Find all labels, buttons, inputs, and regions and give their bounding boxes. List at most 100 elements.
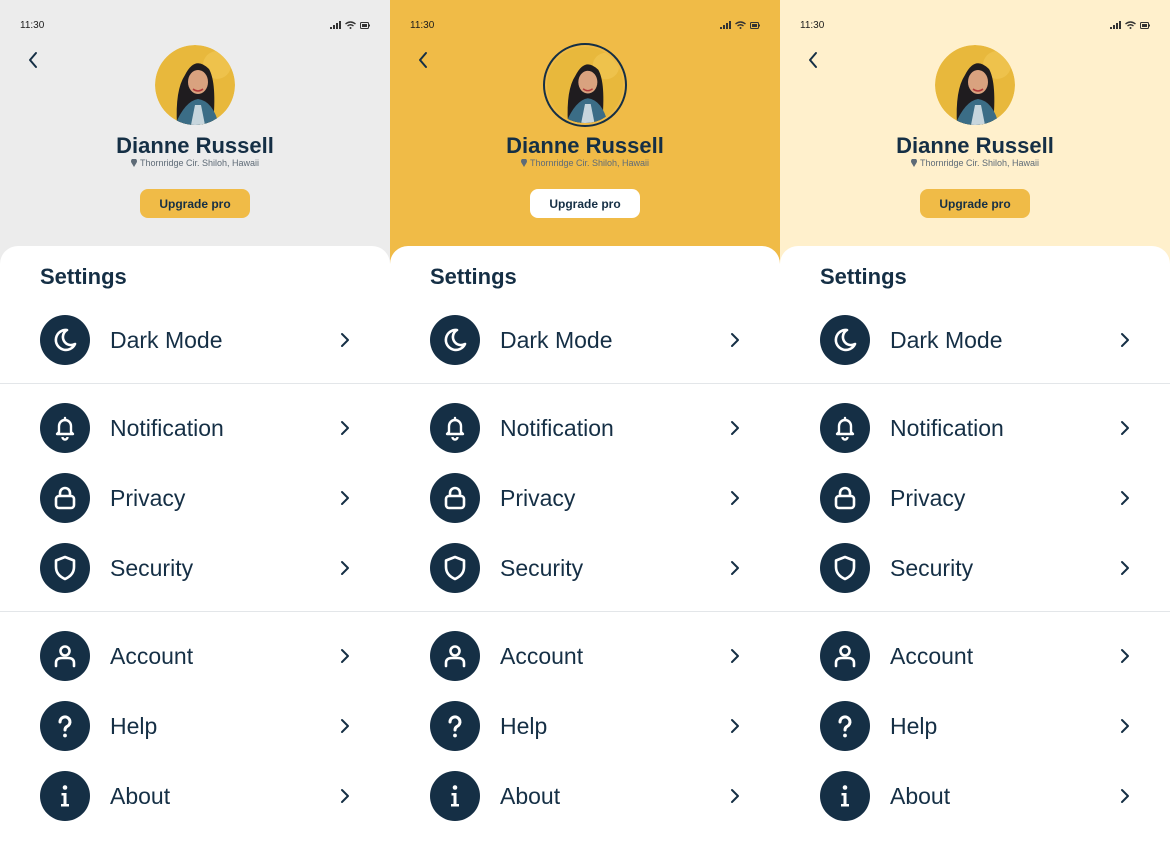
section-divider (780, 611, 1170, 612)
chevron-right-icon (1118, 789, 1132, 803)
user-icon (820, 631, 870, 681)
status-bar: 11:30 (410, 18, 760, 32)
lock-icon (820, 473, 870, 523)
settings-item-help[interactable]: Help (430, 701, 750, 751)
shield-icon (820, 543, 870, 593)
settings-item-about[interactable]: About (430, 771, 750, 821)
settings-item-label: Notification (890, 414, 1004, 441)
wifi-icon (345, 21, 356, 29)
status-icons (720, 21, 760, 29)
chevron-right-icon (338, 719, 352, 733)
profile-location: Thornridge Cir. Shiloh, Hawaii (780, 158, 1170, 168)
upgrade-pro-button[interactable]: Upgrade pro (920, 189, 1030, 218)
chevron-right-icon (728, 789, 742, 803)
chevron-right-icon (338, 421, 352, 435)
signal-icon (1110, 21, 1121, 29)
settings-item-account[interactable]: Account (430, 631, 750, 681)
profile-settings-screen-cream: 11:30 Dianne Russell Thornridge Cir. Shi… (780, 0, 1170, 844)
settings-item-dark-mode[interactable]: Dark Mode (820, 315, 1140, 365)
chevron-right-icon (728, 491, 742, 505)
status-icons (1110, 21, 1150, 29)
moon-icon (40, 315, 90, 365)
profile-settings-screen-grey: 11:30 Dianne Russell Thornridge Cir. Shi… (0, 0, 390, 844)
settings-item-privacy[interactable]: Privacy (40, 473, 360, 523)
lock-icon (40, 473, 90, 523)
shield-icon (40, 543, 90, 593)
back-button[interactable] (802, 49, 824, 71)
chevron-right-icon (338, 649, 352, 663)
wifi-icon (1125, 21, 1136, 29)
upgrade-pro-button[interactable]: Upgrade pro (140, 189, 250, 218)
upgrade-pro-button[interactable]: Upgrade pro (530, 189, 640, 218)
chevron-right-icon (728, 719, 742, 733)
settings-item-about[interactable]: About (40, 771, 360, 821)
settings-title: Settings (820, 264, 907, 289)
info-icon (430, 771, 480, 821)
settings-item-label: Help (890, 712, 938, 739)
profile-location: Thornridge Cir. Shiloh, Hawaii (390, 158, 780, 168)
chevron-right-icon (1118, 719, 1132, 733)
settings-panel: Settings Dark Mode Notification Privacy Sec… (0, 246, 390, 844)
back-button[interactable] (22, 49, 44, 71)
settings-item-privacy[interactable]: Privacy (430, 473, 750, 523)
avatar[interactable] (543, 43, 627, 127)
settings-item-about[interactable]: About (820, 771, 1140, 821)
settings-panel: Settings Dark Mode Notification Privacy Sec… (390, 246, 780, 844)
screens-container: 11:30 Dianne Russell Thornridge Cir. Shi… (0, 0, 1170, 844)
settings-item-security[interactable]: Security (820, 543, 1140, 593)
section-divider (780, 383, 1170, 384)
chevron-left-icon (29, 52, 37, 68)
location-pin-icon (911, 159, 917, 167)
info-icon (820, 771, 870, 821)
chevron-right-icon (1118, 491, 1132, 505)
settings-item-label: Privacy (110, 484, 186, 511)
moon-icon (820, 315, 870, 365)
settings-item-dark-mode[interactable]: Dark Mode (430, 315, 750, 365)
chevron-left-icon (419, 52, 427, 68)
settings-item-label: Privacy (500, 484, 576, 511)
settings-item-label: Security (500, 554, 584, 581)
settings-item-label: Dark Mode (110, 326, 223, 353)
back-button[interactable] (412, 49, 434, 71)
status-bar: 11:30 (20, 18, 370, 32)
section-divider (0, 383, 390, 384)
chevron-right-icon (338, 561, 352, 575)
shield-icon (430, 543, 480, 593)
help-icon (820, 701, 870, 751)
profile-settings-screen-yellow: 11:30 Dianne Russell Thornridge Cir. Shi… (390, 0, 780, 844)
settings-item-label: Notification (110, 414, 224, 441)
settings-item-label: About (500, 782, 561, 809)
signal-icon (330, 21, 341, 29)
bell-icon (820, 403, 870, 453)
avatar[interactable] (155, 45, 235, 125)
settings-item-help[interactable]: Help (820, 701, 1140, 751)
section-divider (390, 611, 780, 612)
settings-item-help[interactable]: Help (40, 701, 360, 751)
settings-item-account[interactable]: Account (820, 631, 1140, 681)
location-pin-icon (521, 159, 527, 167)
settings-item-security[interactable]: Security (40, 543, 360, 593)
avatar[interactable] (935, 45, 1015, 125)
status-icons (330, 21, 370, 29)
settings-item-label: Notification (500, 414, 614, 441)
chevron-right-icon (1118, 333, 1132, 347)
moon-icon (430, 315, 480, 365)
signal-icon (720, 21, 731, 29)
settings-item-security[interactable]: Security (430, 543, 750, 593)
section-divider (390, 383, 780, 384)
avatar-photo (155, 45, 235, 125)
settings-item-dark-mode[interactable]: Dark Mode (40, 315, 360, 365)
settings-item-account[interactable]: Account (40, 631, 360, 681)
user-icon (40, 631, 90, 681)
settings-item-notification[interactable]: Notification (820, 403, 1140, 453)
settings-item-notification[interactable]: Notification (430, 403, 750, 453)
profile-name: Dianne Russell (506, 133, 664, 158)
settings-item-label: Dark Mode (500, 326, 613, 353)
battery-icon (1140, 21, 1150, 29)
battery-icon (360, 21, 370, 29)
chevron-right-icon (1118, 421, 1132, 435)
location-text: Thornridge Cir. Shiloh, Hawaii (919, 158, 1040, 168)
settings-panel: Settings Dark Mode Notification Privacy Sec… (780, 246, 1170, 844)
settings-item-notification[interactable]: Notification (40, 403, 360, 453)
settings-item-privacy[interactable]: Privacy (820, 473, 1140, 523)
